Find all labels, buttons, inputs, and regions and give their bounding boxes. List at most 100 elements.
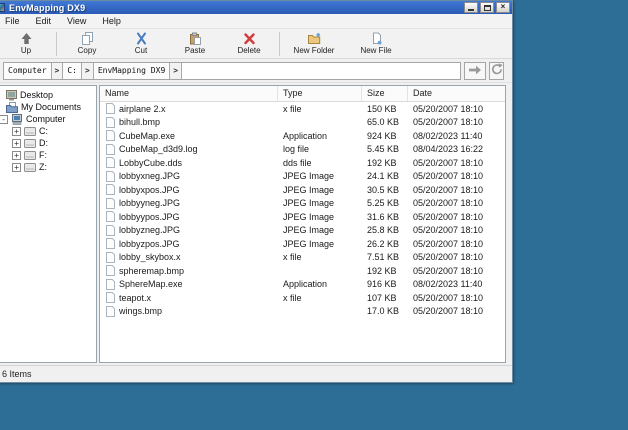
expand-icon[interactable]: +: [12, 151, 21, 160]
file-date: 05/20/2007 18:10: [408, 252, 505, 262]
file-row[interactable]: lobby_skybox.xx file7.51 KB05/20/2007 18…: [100, 251, 505, 265]
app-icon: [0, 3, 5, 12]
file-icon: [106, 144, 115, 155]
file-size: 5.45 KB: [362, 144, 408, 154]
file-row[interactable]: bihull.bmp 65.0 KB05/20/2007 18:10: [100, 116, 505, 130]
chevron-right-icon[interactable]: >: [170, 63, 182, 79]
expand-icon[interactable]: +: [12, 163, 21, 172]
file-row[interactable]: lobbyzpos.JPGJPEG Image26.2 KB05/20/2007…: [100, 237, 505, 251]
tree-item-my-documents[interactable]: My Documents: [0, 101, 96, 113]
file-row[interactable]: teapot.xx file107 KB05/20/2007 18:10: [100, 291, 505, 305]
chevron-right-icon[interactable]: >: [82, 63, 94, 79]
new-folder-button[interactable]: New Folder: [283, 30, 345, 58]
file-name: lobbyypos.JPG: [119, 212, 180, 222]
file-row[interactable]: SphereMap.exeApplication916 KB08/02/2023…: [100, 278, 505, 292]
file-size: 192 KB: [362, 266, 408, 276]
expand-icon[interactable]: +: [12, 139, 21, 148]
breadcrumb-segment[interactable]: Computer: [4, 63, 52, 79]
menu-file[interactable]: File: [0, 15, 28, 27]
column-header-type[interactable]: Type: [278, 86, 362, 101]
file-name: lobbyzpos.JPG: [119, 239, 180, 249]
file-list: NameTypeSizeDate airplane 2.xx file150 K…: [99, 85, 506, 363]
file-date: 05/20/2007 18:10: [408, 185, 505, 195]
list-header: NameTypeSizeDate: [100, 86, 505, 102]
file-name: lobbyxpos.JPG: [119, 185, 180, 195]
file-date: 08/04/2023 16:22: [408, 144, 505, 154]
file-size: 65.0 KB: [362, 117, 408, 127]
file-name-cell: lobbyxneg.JPG: [100, 171, 278, 182]
file-row[interactable]: lobbyyneg.JPGJPEG Image5.25 KB05/20/2007…: [100, 197, 505, 211]
tree-item-computer[interactable]: - Computer: [0, 113, 96, 125]
menu-view[interactable]: View: [59, 15, 94, 27]
up-button[interactable]: Up: [0, 30, 53, 58]
chevron-right-icon[interactable]: >: [52, 63, 64, 79]
file-size: 17.0 KB: [362, 306, 408, 316]
close-icon: ×: [501, 3, 506, 11]
file-name-cell: CubeMap.exe: [100, 130, 278, 141]
file-name-cell: lobbyypos.JPG: [100, 211, 278, 222]
file-type: x file: [278, 293, 362, 303]
close-button[interactable]: ×: [496, 2, 510, 13]
file-name: spheremap.bmp: [119, 266, 184, 276]
titlebar[interactable]: EnvMapping DX9 ×: [0, 1, 512, 14]
tree-item-z[interactable]: +Z:: [0, 161, 96, 173]
file-name-cell: SphereMap.exe: [100, 279, 278, 290]
go-button[interactable]: [464, 62, 486, 80]
tree-item-d[interactable]: + D:: [0, 137, 96, 149]
file-row[interactable]: CubeMap.exeApplication924 KB08/02/2023 1…: [100, 129, 505, 143]
file-row[interactable]: CubeMap_d3d9.loglog file5.45 KB08/04/202…: [100, 143, 505, 157]
tree-item-label: Computer: [26, 114, 66, 124]
file-row[interactable]: lobbyxpos.JPGJPEG Image30.5 KB05/20/2007…: [100, 183, 505, 197]
tree-item-c[interactable]: + C:: [0, 125, 96, 137]
toolbar-button-label: Up: [21, 46, 31, 55]
menu-help[interactable]: Help: [94, 15, 129, 27]
file-type: JPEG Image: [278, 198, 362, 208]
paste-button[interactable]: Paste: [168, 30, 222, 58]
minimize-button[interactable]: [464, 2, 478, 13]
tree-item-desktop[interactable]: Desktop: [0, 89, 96, 101]
file-name-cell: bihull.bmp: [100, 117, 278, 128]
file-date: 05/20/2007 18:10: [408, 198, 505, 208]
maximize-icon: [484, 5, 491, 11]
file-type: JPEG Image: [278, 185, 362, 195]
file-row[interactable]: spheremap.bmp 192 KB05/20/2007 18:10: [100, 264, 505, 278]
file-type: x file: [278, 252, 362, 262]
tree-item-f[interactable]: +F:: [0, 149, 96, 161]
refresh-button[interactable]: [489, 62, 504, 80]
file-row[interactable]: airplane 2.xx file150 KB05/20/2007 18:10: [100, 102, 505, 116]
file-row[interactable]: lobbyypos.JPGJPEG Image31.6 KB05/20/2007…: [100, 210, 505, 224]
file-icon: [106, 225, 115, 236]
copy-button[interactable]: Copy: [60, 30, 114, 58]
collapse-icon[interactable]: -: [0, 115, 8, 124]
file-name: CubeMap_d3d9.log: [119, 144, 198, 154]
expand-icon[interactable]: +: [12, 127, 21, 136]
column-header-size[interactable]: Size: [362, 86, 408, 101]
delete-button[interactable]: Delete: [222, 30, 276, 58]
menu-edit[interactable]: Edit: [28, 15, 60, 27]
file-name-cell: lobbyzneg.JPG: [100, 225, 278, 236]
toolbar-button-label: Copy: [78, 46, 97, 55]
toolbar-button-label: New File: [360, 46, 391, 55]
window-controls: ×: [464, 2, 510, 13]
breadcrumb-segment[interactable]: EnvMapping DX9: [94, 63, 170, 79]
file-icon: [106, 306, 115, 317]
breadcrumb-segment[interactable]: C:: [63, 63, 82, 79]
file-row[interactable]: lobbyxneg.JPGJPEG Image24.1 KB05/20/2007…: [100, 170, 505, 184]
maximize-button[interactable]: [480, 2, 494, 13]
file-date: 05/20/2007 18:10: [408, 266, 505, 276]
column-header-name[interactable]: Name: [100, 86, 278, 101]
cut-icon: [135, 32, 148, 45]
tree-item-label: C:: [39, 126, 48, 136]
file-date: 05/20/2007 18:10: [408, 117, 505, 127]
file-icon: [106, 292, 115, 303]
tree-item-label: D:: [39, 138, 48, 148]
file-row[interactable]: lobbyzneg.JPGJPEG Image25.8 KB05/20/2007…: [100, 224, 505, 238]
file-row[interactable]: LobbyCube.ddsdds file192 KB05/20/2007 18…: [100, 156, 505, 170]
cut-button[interactable]: Cut: [114, 30, 168, 58]
new-file-button[interactable]: New File: [345, 30, 407, 58]
drive-icon: [24, 139, 36, 148]
file-row[interactable]: wings.bmp17.0 KB05/20/2007 18:10: [100, 305, 505, 319]
delete-icon: [243, 32, 256, 45]
file-size: 192 KB: [362, 158, 408, 168]
column-header-date[interactable]: Date: [408, 86, 505, 101]
